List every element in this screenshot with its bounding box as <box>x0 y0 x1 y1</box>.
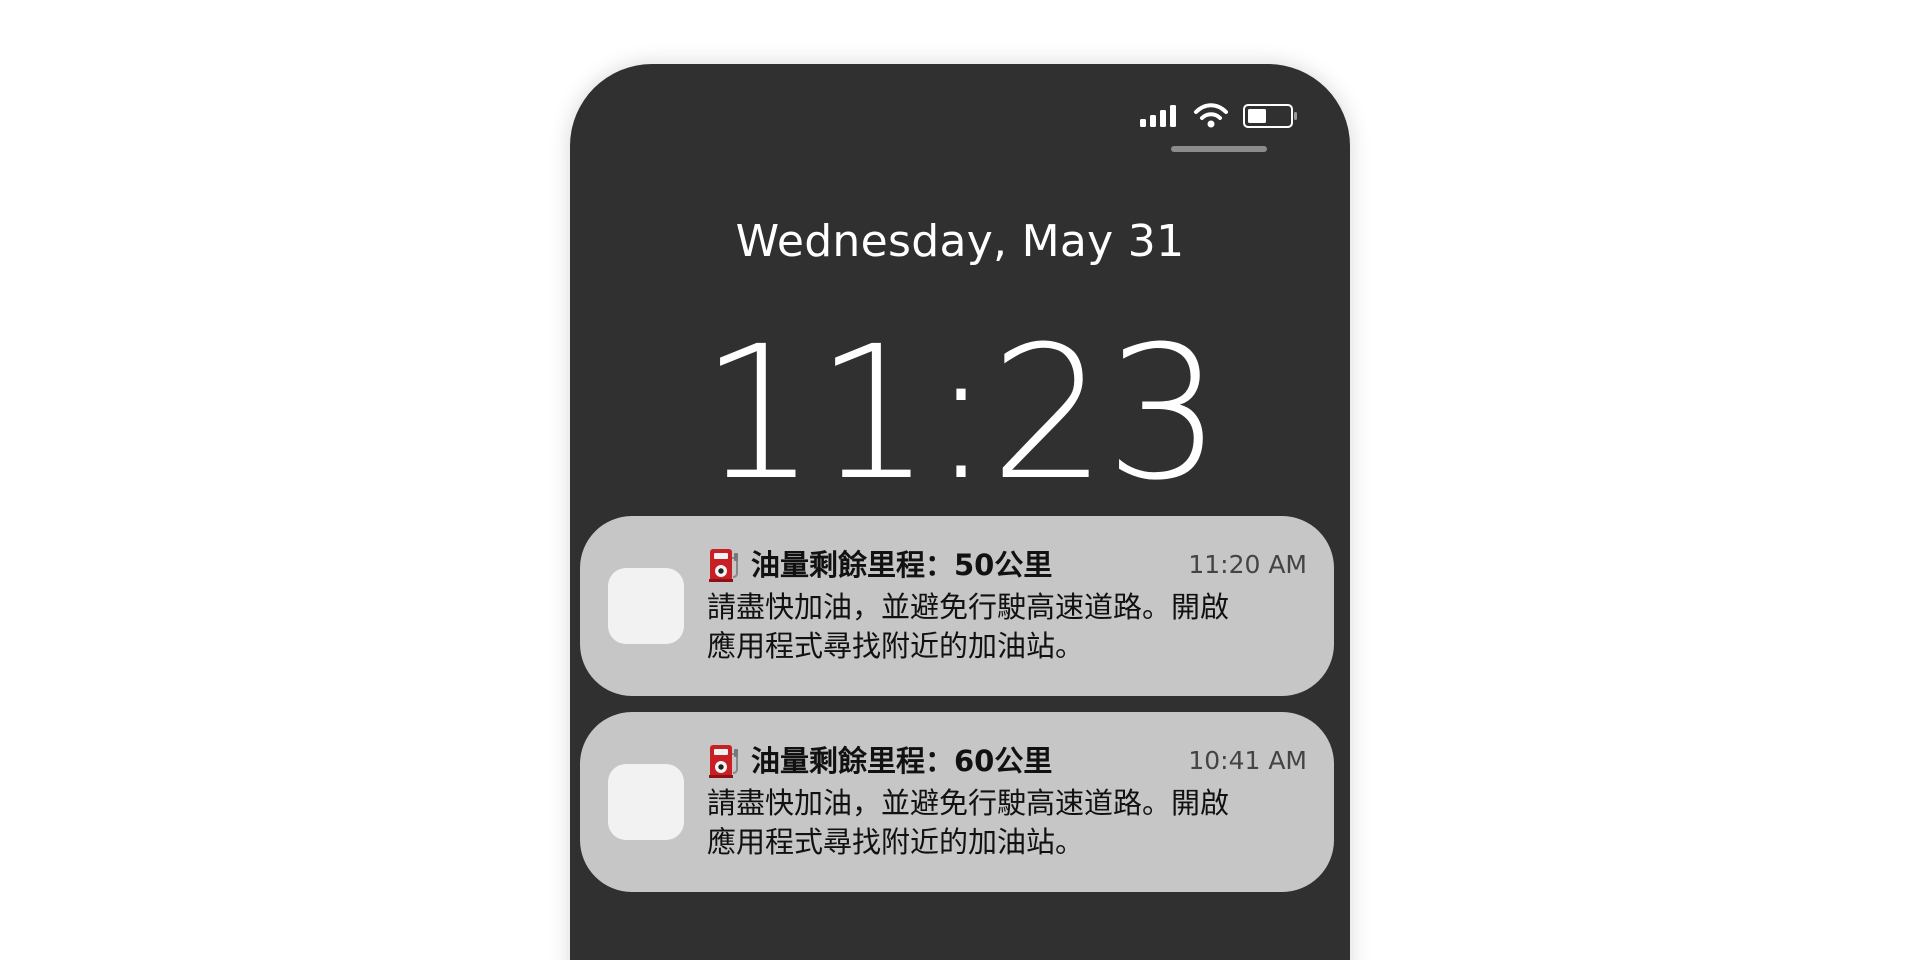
page-canvas: Wednesday, May 31 11:23 油量剩餘里程：50公里 11:2… <box>0 0 1920 960</box>
fuel-pump-icon <box>709 549 738 582</box>
fuel-notification-card[interactable]: 油量剩餘里程：50公里 11:20 AM 請盡快加油，並避免行駛高速道路。開啟 … <box>580 516 1334 696</box>
status-indicator-line <box>1171 146 1267 152</box>
notification-body-line-2: 應用程式尋找附近的加油站。 <box>707 629 1085 663</box>
notification-body-line-1: 請盡快加油，並避免行駛高速道路。開啟 <box>707 590 1230 624</box>
status-bar <box>1138 102 1300 130</box>
notification-body: 請盡快加油，並避免行駛高速道路。開啟 應用程式尋找附近的加油站。 <box>707 588 1267 666</box>
notification-body: 請盡快加油，並避免行駛高速道路。開啟 應用程式尋找附近的加油站。 <box>707 784 1267 862</box>
lock-screen-time: 11:23 <box>699 307 1222 521</box>
fuel-notification-card[interactable]: 油量剩餘里程：60公里 10:41 AM 請盡快加油，並避免行駛高速道路。開啟 … <box>580 712 1334 892</box>
notification-time: 10:41 AM <box>1188 746 1307 775</box>
notification-time: 11:20 AM <box>1188 550 1307 579</box>
notification-title: 油量剩餘里程：60公里 <box>751 744 1053 778</box>
lock-screen-phone: Wednesday, May 31 11:23 油量剩餘里程：50公里 11:2… <box>570 64 1350 960</box>
notification-body-line-1: 請盡快加油，並避免行駛高速道路。開啟 <box>707 786 1230 820</box>
wifi-icon <box>1194 103 1228 128</box>
fuel-pump-icon <box>709 745 738 778</box>
notification-title-row: 油量剩餘里程：50公里 11:20 AM <box>707 545 1307 587</box>
notification-title-row: 油量剩餘里程：60公里 10:41 AM <box>707 741 1307 783</box>
battery-icon <box>1243 104 1297 128</box>
notification-body-line-2: 應用程式尋找附近的加油站。 <box>707 825 1085 859</box>
signal-bars-icon <box>1140 105 1176 127</box>
lock-screen-date: Wednesday, May 31 <box>735 216 1185 267</box>
app-icon-placeholder <box>608 764 684 840</box>
notification-title: 油量剩餘里程：50公里 <box>751 548 1053 582</box>
app-icon-placeholder <box>608 568 684 644</box>
